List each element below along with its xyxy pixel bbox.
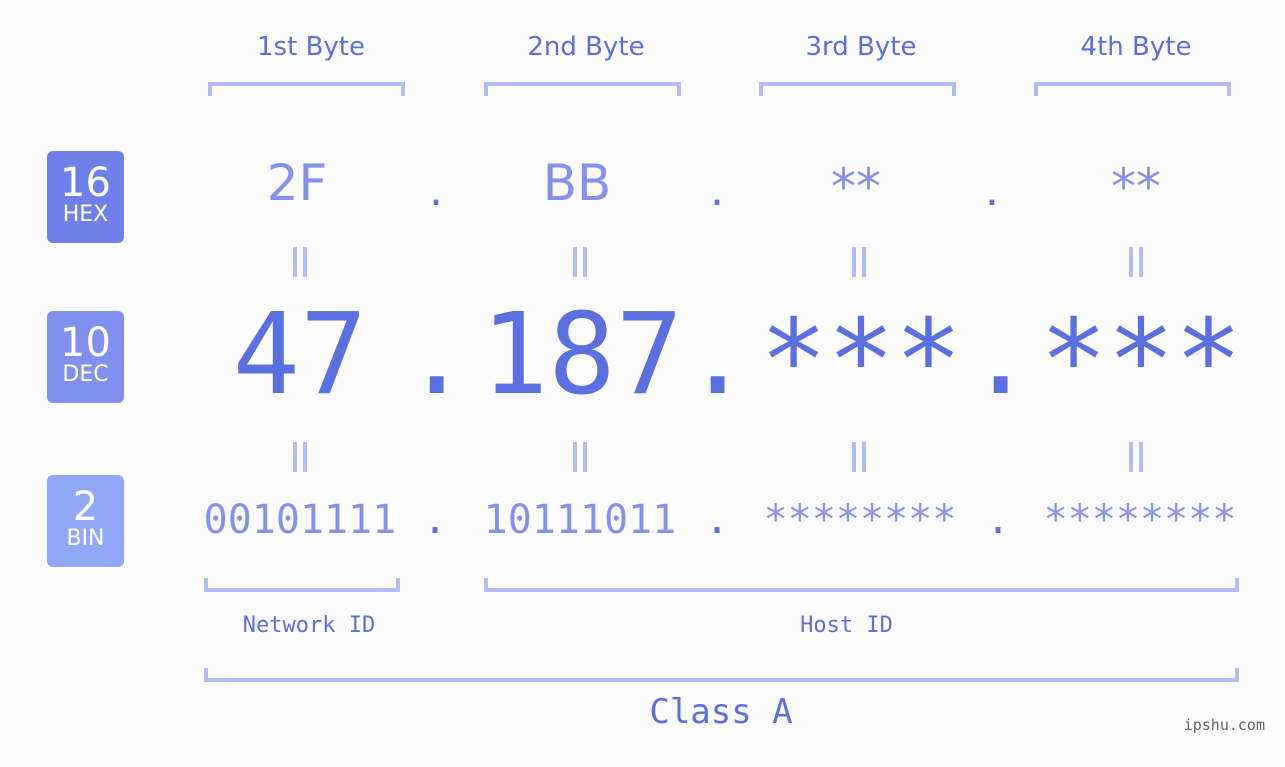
equals-icon — [560, 441, 600, 481]
byte-header-3: 3rd Byte — [805, 32, 917, 62]
dec-octet-1: 47 — [232, 290, 368, 420]
dec-octet-2: 187 — [480, 290, 684, 420]
equals-icon — [1116, 441, 1156, 481]
hex-separator: . — [429, 165, 443, 216]
bin-label: BIN — [66, 526, 105, 551]
hex-separator: . — [710, 165, 724, 216]
byte-bracket-3 — [759, 82, 956, 96]
class-bracket — [204, 668, 1239, 682]
bin-octet-3: ******** — [763, 497, 957, 543]
dec-badge: 10 DEC — [47, 311, 124, 403]
bin-octet-4: ******** — [1043, 497, 1237, 543]
network-id-label: Network ID — [242, 613, 376, 638]
host-id-label: Host ID — [800, 613, 893, 638]
hex-base: 16 — [60, 160, 111, 206]
equals-icon — [839, 441, 879, 481]
bin-badge: 2 BIN — [47, 475, 124, 567]
bin-octet-2: 10111011 — [483, 497, 677, 543]
network-id-bracket — [204, 578, 400, 592]
bin-separator: . — [704, 497, 730, 543]
watermark: ipshu.com — [1183, 716, 1265, 734]
byte-header-1: 1st Byte — [257, 32, 365, 62]
dec-octet-4: *** — [1039, 296, 1243, 426]
dec-base: 10 — [60, 320, 111, 366]
bin-base: 2 — [72, 484, 99, 530]
hex-octet-2: BB — [542, 154, 612, 212]
hex-badge: 16 HEX — [47, 151, 124, 243]
class-label: Class A — [649, 692, 793, 732]
equals-icon — [560, 246, 600, 286]
dec-octet-3: *** — [759, 296, 963, 426]
bin-octet-1: 00101111 — [203, 497, 397, 543]
equals-icon — [280, 441, 320, 481]
hex-octet-3: ** — [831, 158, 881, 216]
host-id-bracket — [484, 578, 1239, 592]
hex-separator: . — [985, 165, 999, 216]
hex-label: HEX — [62, 202, 109, 227]
equals-icon — [839, 246, 879, 286]
equals-icon — [1116, 246, 1156, 286]
dec-label: DEC — [62, 362, 109, 387]
bin-separator: . — [422, 497, 448, 543]
equals-icon — [280, 246, 320, 286]
byte-bracket-4 — [1034, 82, 1231, 96]
byte-bracket-2 — [484, 82, 681, 96]
hex-octet-4: ** — [1111, 158, 1161, 216]
bin-separator: . — [985, 497, 1011, 543]
byte-header-2: 2nd Byte — [527, 32, 645, 62]
byte-bracket-1 — [208, 82, 405, 96]
byte-header-4: 4th Byte — [1080, 32, 1192, 62]
hex-octet-1: 2F — [266, 154, 328, 212]
